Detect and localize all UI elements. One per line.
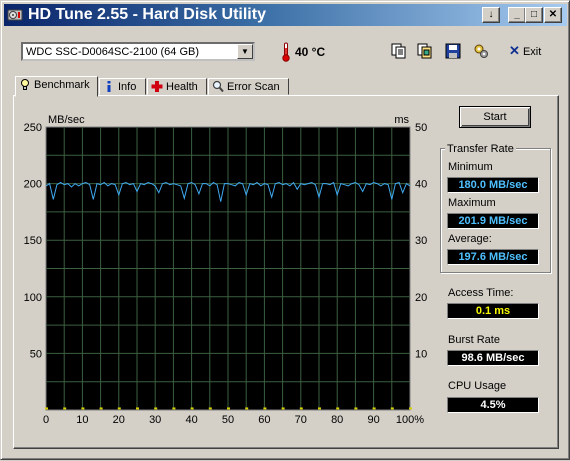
access-time-point <box>190 407 194 410</box>
access-time-point <box>99 407 103 410</box>
burst-rate-label: Burst Rate <box>448 334 500 346</box>
average-label: Average: <box>448 233 492 245</box>
access-time-point <box>390 407 394 410</box>
access-time-point <box>45 407 48 410</box>
access-time-point <box>136 407 139 410</box>
y2-tick-label: 20 <box>415 292 427 304</box>
access-time-point <box>245 407 249 410</box>
y2-tick-label: 40 <box>415 179 427 191</box>
access-time-point <box>117 407 121 410</box>
access-time-point <box>409 407 412 410</box>
x-tick-label: 50 <box>222 414 234 426</box>
x-tick-label: 70 <box>295 414 307 426</box>
access-time-point <box>154 407 158 410</box>
access-time-point <box>336 407 340 410</box>
y2-tick-label: 30 <box>415 235 427 247</box>
transfer-rate-title: Transfer Rate <box>445 143 516 155</box>
y-tick-label: 150 <box>24 235 42 247</box>
lightbulb-icon <box>21 79 29 90</box>
x-tick-label: 90 <box>367 414 379 426</box>
access-time-point <box>63 407 67 410</box>
x-tick-label: 40 <box>185 414 197 426</box>
cpu-usage-value: 4.5% <box>447 397 539 413</box>
y2-axis-label: ms <box>394 114 409 126</box>
start-button[interactable]: Start <box>459 106 531 128</box>
x-tick-label: 30 <box>149 414 161 426</box>
access-time-point <box>354 407 358 410</box>
x-tick-label: 20 <box>113 414 125 426</box>
y-tick-label: 50 <box>30 348 42 360</box>
access-time-point <box>227 407 230 410</box>
access-time-label: Access Time: <box>448 287 514 299</box>
burst-rate-value: 98.6 MB/sec <box>447 350 539 366</box>
minimum-label: Minimum <box>448 161 493 173</box>
y-tick-label: 250 <box>24 122 42 134</box>
y-tick-label: 100 <box>24 292 42 304</box>
y-axis-label: MB/sec <box>48 114 85 126</box>
minimum-value: 180.0 MB/sec <box>447 177 539 193</box>
x-tick-label: 60 <box>258 414 270 426</box>
tab-benchmark-label: Benchmark <box>34 79 90 91</box>
access-time-point <box>318 407 321 410</box>
access-time-point <box>281 407 285 410</box>
tab-benchmark[interactable]: Benchmark <box>15 76 98 97</box>
access-time-point <box>172 407 176 410</box>
access-time-point <box>81 407 85 410</box>
app-window: HD Tune 2.55 - Hard Disk Utility ↓ _ □ ✕… <box>0 0 570 460</box>
y-tick-label: 200 <box>24 179 42 191</box>
access-time-point <box>372 407 376 410</box>
cpu-usage-label: CPU Usage <box>448 380 507 392</box>
maximum-label: Maximum <box>448 197 496 209</box>
x-tick-label: 0 <box>43 414 49 426</box>
maximum-value: 201.9 MB/sec <box>447 213 539 229</box>
access-time-point <box>208 407 212 410</box>
average-value: 197.6 MB/sec <box>447 249 539 265</box>
x-tick-label: 100% <box>396 414 424 426</box>
x-tick-label: 80 <box>331 414 343 426</box>
y2-tick-label: 50 <box>415 122 427 134</box>
access-time-point <box>263 407 267 410</box>
access-time-point <box>299 407 303 410</box>
x-tick-label: 10 <box>76 414 88 426</box>
y2-tick-label: 10 <box>415 348 427 360</box>
access-time-value: 0.1 ms <box>447 303 539 319</box>
